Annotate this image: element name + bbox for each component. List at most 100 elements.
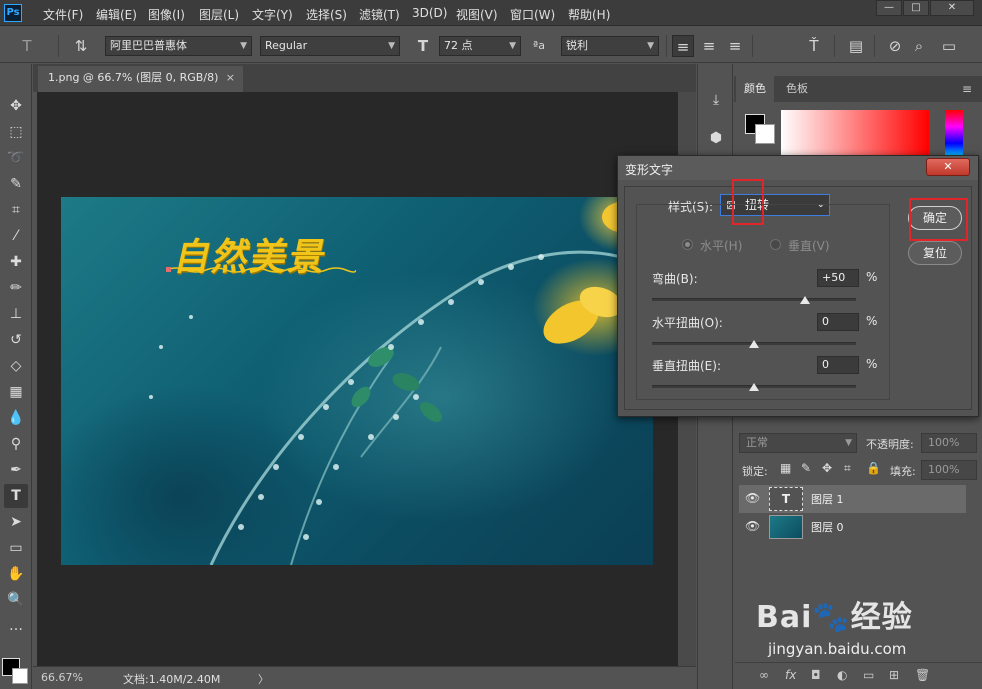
vertical-radio[interactable] [770, 239, 781, 250]
vertical-distortion-input[interactable]: 0 [817, 356, 859, 374]
tab-swatches[interactable]: 色板 [778, 76, 816, 102]
font-family-select[interactable]: 阿里巴巴普惠体 ▼ [105, 36, 252, 56]
dodge-tool-icon[interactable]: ⚲ [4, 432, 28, 456]
gradient-tool-icon[interactable]: ▦ [4, 380, 28, 404]
menu-type[interactable]: 文字(Y) [252, 6, 293, 23]
menu-file[interactable]: 文件(F) [43, 6, 83, 23]
color-field[interactable] [781, 110, 929, 160]
eraser-tool-icon[interactable]: ◇ [4, 354, 28, 378]
reset-button[interactable]: 复位 [908, 241, 962, 265]
document-image[interactable] [61, 197, 653, 565]
blend-mode-select[interactable]: 正常 ▼ [739, 433, 857, 453]
font-style-select[interactable]: Regular ▼ [260, 36, 400, 56]
menu-layer[interactable]: 图层(L) [199, 6, 239, 23]
menu-view[interactable]: 视图(V) [456, 6, 498, 23]
new-layer-icon[interactable]: ⊞ [889, 668, 899, 682]
character-panel-icon[interactable]: ▤ [845, 35, 867, 57]
delete-layer-icon[interactable]: 🗑 [915, 668, 930, 682]
warp-text-icon[interactable]: Ť [803, 35, 825, 57]
vertical-distortion-slider-thumb[interactable] [749, 383, 759, 391]
history-panel-icon[interactable]: ⤓ [704, 88, 728, 112]
align-right-icon[interactable]: ≡ [724, 35, 746, 57]
3d-panel-icon[interactable]: ⬢ [704, 126, 728, 150]
tab-color[interactable]: 颜色 [736, 76, 774, 102]
horizontal-radio[interactable] [682, 239, 693, 250]
layer-row[interactable]: 👁 T 图层 1 [739, 485, 966, 513]
menu-edit[interactable]: 编辑(E) [96, 6, 137, 23]
color-panel-background-swatch[interactable] [755, 124, 775, 144]
lasso-tool-icon[interactable]: ➰ [4, 146, 28, 170]
layer-mask-icon[interactable]: ◘ [811, 668, 821, 682]
search-icon[interactable]: ⌕ [908, 35, 930, 57]
type-tool-preset-icon[interactable]: T [16, 35, 38, 57]
document-tab[interactable]: 1.png @ 66.7% (图层 0, RGB/8) × [38, 66, 243, 92]
menu-image[interactable]: 图像(I) [148, 6, 185, 23]
eyedropper-tool-icon[interactable]: ⁄ [4, 224, 28, 248]
type-tool-icon[interactable]: T [4, 484, 28, 508]
fill-input[interactable]: 100% [921, 460, 977, 480]
history-brush-tool-icon[interactable]: ↺ [4, 328, 28, 352]
minimize-button[interactable]: — [876, 0, 902, 16]
cancel-icon[interactable]: ⊘ [884, 35, 906, 57]
horizontal-distortion-input[interactable]: 0 [817, 313, 859, 331]
menu-filter[interactable]: 滤镜(T) [359, 6, 400, 23]
layer-name[interactable]: 图层 1 [811, 491, 844, 507]
layer-row[interactable]: 👁 图层 0 [739, 513, 966, 541]
hand-tool-icon[interactable]: ✋ [4, 562, 28, 586]
background-color-swatch[interactable] [12, 668, 28, 684]
opacity-input[interactable]: 100% [921, 433, 977, 453]
rectangle-tool-icon[interactable]: ▭ [4, 536, 28, 560]
horizontal-distortion-label: 水平扭曲(O): [652, 316, 723, 330]
maximize-button[interactable]: □ [903, 0, 929, 16]
lock-position-icon[interactable]: ✥ [822, 461, 832, 475]
pen-tool-icon[interactable]: ✒ [4, 458, 28, 482]
brush-tool-icon[interactable]: ✏ [4, 276, 28, 300]
marquee-tool-icon[interactable]: ⬚ [4, 120, 28, 144]
menu-help[interactable]: 帮助(H) [568, 6, 610, 23]
close-window-button[interactable]: ✕ [930, 0, 974, 16]
antialias-select[interactable]: 锐利 ▼ [561, 36, 659, 56]
more-tools-icon[interactable]: … [4, 614, 28, 638]
move-tool-icon[interactable]: ✥ [4, 94, 28, 118]
font-size-select[interactable]: 72 点 ▼ [439, 36, 521, 56]
lock-artboard-icon[interactable]: ⌗ [844, 461, 851, 476]
zoom-level[interactable]: 66.67% [41, 671, 83, 684]
text-orientation-icon[interactable]: ⇅ [70, 35, 92, 57]
bend-slider-track[interactable] [652, 298, 856, 301]
crop-tool-icon[interactable]: ⌗ [4, 198, 28, 222]
menu-window[interactable]: 窗口(W) [510, 6, 555, 23]
hue-slider[interactable] [945, 110, 963, 160]
align-left-icon[interactable]: ≡ [672, 35, 694, 57]
dialog-titlebar[interactable]: 变形文字 ✕ [618, 156, 978, 180]
divider [874, 35, 875, 57]
link-layers-icon[interactable]: ∞ [759, 668, 769, 682]
menu-select[interactable]: 选择(S) [306, 6, 347, 23]
visibility-eye-icon[interactable]: 👁 [745, 519, 760, 533]
lock-all-icon[interactable]: 🔒 [866, 461, 881, 475]
menu-3d[interactable]: 3D(D) [412, 6, 447, 20]
dialog-close-button[interactable]: ✕ [926, 158, 970, 176]
layer-style-icon[interactable]: fx [785, 668, 796, 682]
fill-value: 100% [928, 463, 960, 476]
visibility-eye-icon[interactable]: 👁 [745, 491, 760, 505]
workspace-icon[interactable]: ▭ [938, 35, 960, 57]
path-selection-tool-icon[interactable]: ➤ [4, 510, 28, 534]
lock-transparent-icon[interactable]: ▦ [780, 461, 791, 475]
adjustment-layer-icon[interactable]: ◐ [837, 668, 847, 682]
bend-input[interactable]: +50 [817, 269, 859, 287]
new-group-icon[interactable]: ▭ [863, 668, 874, 682]
clone-stamp-tool-icon[interactable]: ⊥ [4, 302, 28, 326]
panel-menu-icon[interactable]: ≡ [962, 82, 972, 96]
bend-slider-thumb[interactable] [800, 296, 810, 304]
horizontal-distortion-slider-thumb[interactable] [749, 340, 759, 348]
close-icon[interactable]: × [226, 66, 235, 90]
healing-brush-tool-icon[interactable]: ✚ [4, 250, 28, 274]
quick-select-tool-icon[interactable]: ✎ [4, 172, 28, 196]
zoom-tool-icon[interactable]: 🔍 [4, 588, 28, 612]
blur-tool-icon[interactable]: 💧 [4, 406, 28, 430]
align-center-icon[interactable]: ≡ [698, 35, 720, 57]
baidu-jingyan-watermark-url: jingyan.baidu.com [768, 640, 907, 658]
lock-pixels-icon[interactable]: ✎ [801, 461, 811, 475]
layer-name[interactable]: 图层 0 [811, 519, 844, 535]
status-menu-arrow[interactable]: 〉 [258, 671, 269, 687]
